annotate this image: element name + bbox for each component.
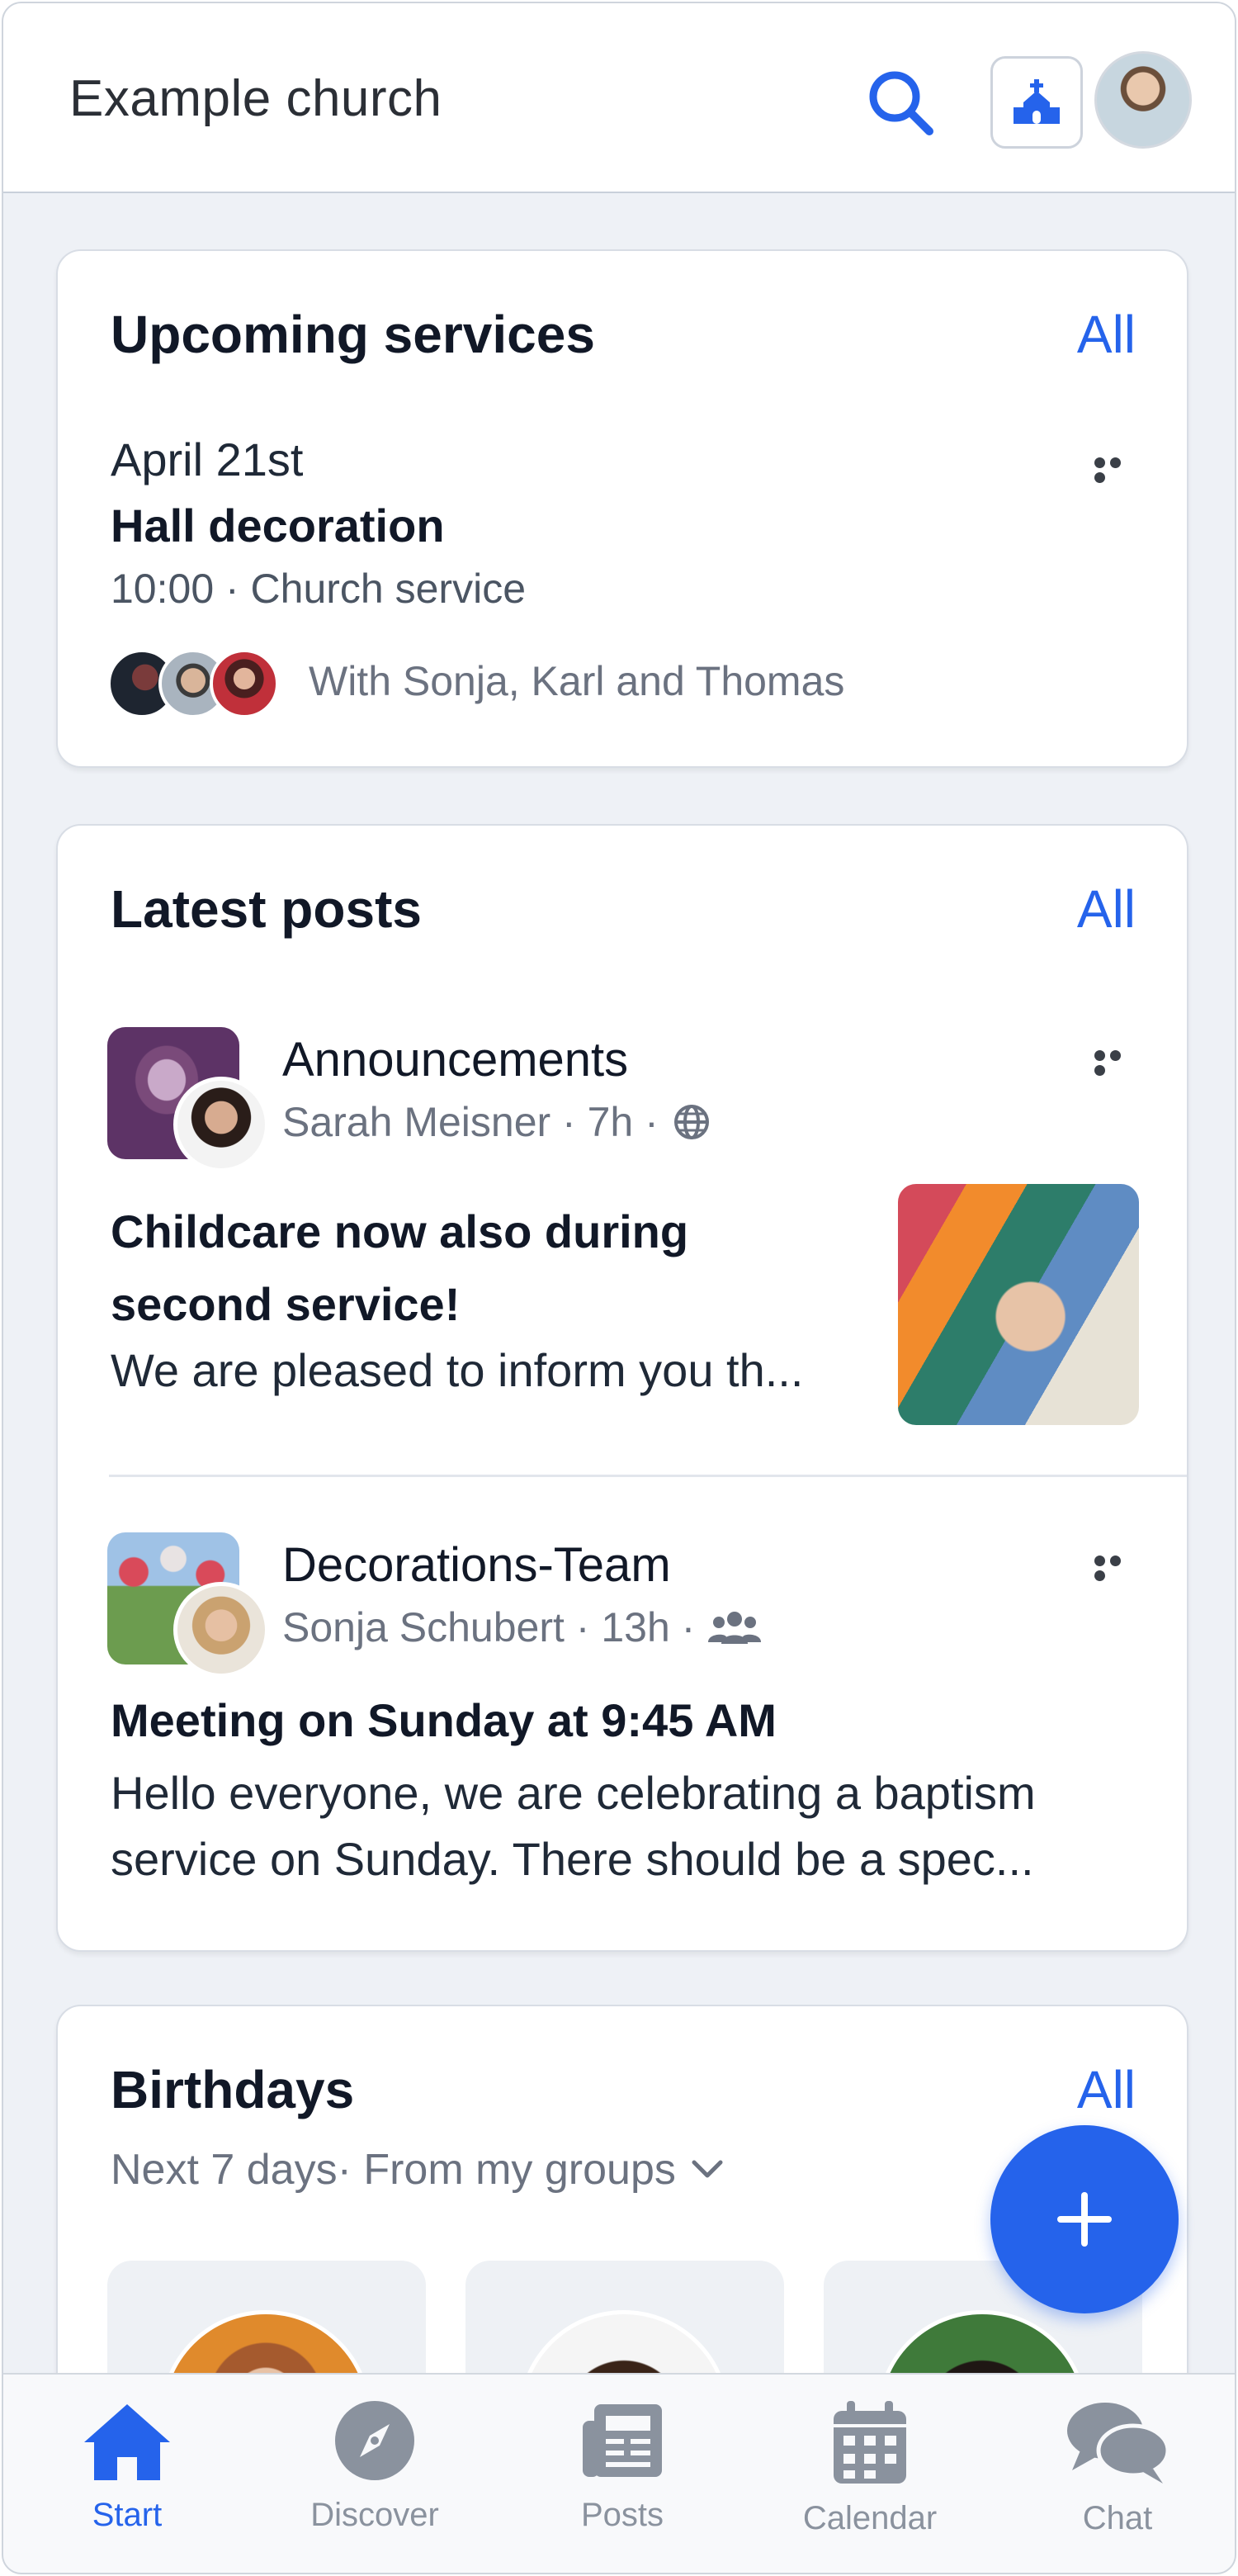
post-divider [109, 1475, 1187, 1477]
more-dot-icon [1094, 1570, 1105, 1581]
post-group-name: Decorations-Team [282, 1538, 671, 1592]
nav-label: Discover [310, 2497, 439, 2533]
plus-icon [1057, 2192, 1112, 2247]
chevron-down-icon [692, 2160, 723, 2178]
post-title: Meeting on Sunday at 9:45 AM [111, 1694, 777, 1746]
nav-label: Start [92, 2497, 163, 2533]
church-switch-button[interactable] [990, 56, 1083, 149]
post-image [898, 1184, 1139, 1425]
post-more-button[interactable] [1094, 1556, 1141, 1581]
more-dot-icon [1094, 1556, 1105, 1566]
search-icon [869, 71, 933, 135]
participant-avatar [210, 649, 279, 718]
card-title: Birthdays [111, 2060, 355, 2119]
post-title-line: Childcare now also during [111, 1205, 689, 1257]
service-with-text: With Sonja, Karl and Thomas [309, 658, 845, 704]
post-group-thumb [107, 1532, 269, 1678]
more-dot-icon [1094, 472, 1105, 483]
post-excerpt: We are pleased to inform you th... [111, 1344, 804, 1396]
more-dot-icon [1094, 1050, 1105, 1061]
post-excerpt: Hello everyone, we are celebrating a bap… [111, 1760, 1036, 1892]
post-group-thumb [107, 1027, 269, 1172]
nav-label: Chat [1082, 2500, 1153, 2536]
nav-label: Posts [580, 2497, 664, 2533]
card-title: Upcoming services [111, 305, 595, 364]
more-dot-icon [1110, 1556, 1121, 1566]
author-avatar [173, 1582, 269, 1678]
more-dot-icon [1094, 457, 1105, 468]
birthdays-all-link[interactable]: All [1077, 2059, 1136, 2120]
posts-all-link[interactable]: All [1077, 878, 1136, 940]
nav-item-calendar[interactable]: Calendar [771, 2399, 969, 2537]
post-author-time: Sarah Meisner · 7h · [282, 1099, 659, 1145]
calendar-icon [834, 2401, 906, 2484]
post-author-time: Sonja Schubert · 13h · [282, 1604, 696, 1650]
compass-icon [335, 2401, 414, 2480]
newspaper-icon [583, 2404, 662, 2477]
church-icon [1014, 79, 1060, 124]
bottom-navigation: Start Discover Posts Calendar Chat [3, 2373, 1235, 2573]
nav-label: Calendar [802, 2500, 938, 2536]
nav-item-posts[interactable]: Posts [523, 2399, 721, 2534]
service-date: April 21st [111, 433, 304, 485]
profile-avatar[interactable] [1094, 51, 1192, 149]
create-fab-button[interactable] [990, 2125, 1179, 2313]
globe-icon [673, 1105, 709, 1139]
post-title: Childcare now also during second service… [111, 1196, 688, 1341]
app-frame: Example church Upcoming services All Apr… [2, 2, 1236, 2574]
birthday-filter-dropdown[interactable]: Next 7 days· From my groups [111, 2145, 725, 2195]
app-title: Example church [69, 70, 442, 127]
post-title-line: second service! [111, 1278, 461, 1330]
more-dot-icon [1110, 457, 1121, 468]
nav-item-discover[interactable]: Discover [276, 2399, 474, 2534]
author-avatar [173, 1077, 269, 1172]
service-participants[interactable] [107, 649, 289, 718]
service-meta: 10:00 · Church service [111, 566, 527, 612]
post-excerpt-line: service on Sunday. There should be a spe… [111, 1833, 1034, 1885]
home-icon [84, 2404, 170, 2480]
services-all-link[interactable]: All [1077, 304, 1136, 365]
post-meta: Sonja Schubert · 13h · [282, 1603, 762, 1651]
card-title: Latest posts [111, 879, 422, 939]
more-dot-icon [1094, 1065, 1105, 1076]
nav-item-start[interactable]: Start [28, 2399, 226, 2534]
search-button[interactable] [863, 65, 938, 140]
top-header: Example church [3, 3, 1235, 193]
group-icon [708, 1612, 762, 1644]
latest-posts-card: Latest posts All Announcements Sarah Mei… [56, 824, 1188, 1952]
post-meta: Sarah Meisner · 7h · [282, 1098, 711, 1146]
birthday-filter-label: Next 7 days· From my groups [111, 2146, 676, 2194]
service-name: Hall decoration [111, 500, 445, 552]
service-more-button[interactable] [1094, 457, 1141, 483]
post-excerpt-line: Hello everyone, we are celebrating a bap… [111, 1767, 1036, 1819]
chat-icon [1067, 2403, 1170, 2484]
nav-item-chat[interactable]: Chat [1018, 2399, 1217, 2537]
post-group-name: Announcements [282, 1033, 629, 1087]
upcoming-services-card: Upcoming services All April 21st Hall de… [56, 249, 1188, 768]
post-more-button[interactable] [1094, 1050, 1141, 1076]
more-dot-icon [1110, 1050, 1121, 1061]
